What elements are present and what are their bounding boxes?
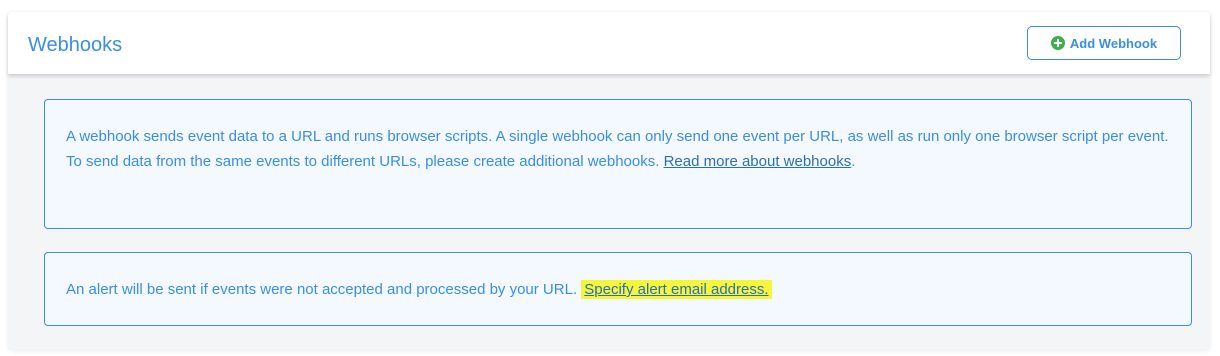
add-webhook-label: Add Webhook xyxy=(1069,35,1158,51)
webhook-info-box: A webhook sends event data to a URL and … xyxy=(44,99,1192,229)
plus-circle-icon xyxy=(1050,36,1065,50)
webhook-info-text-end: . xyxy=(851,153,856,170)
page-title: Webhooks xyxy=(28,34,123,56)
specify-alert-email-link[interactable]: Specify alert email address. xyxy=(581,280,772,299)
add-webhook-button[interactable]: Add Webhook xyxy=(1027,26,1181,60)
webhooks-panel: Webhooks Add Webhook A webhook sends eve… xyxy=(8,12,1210,350)
webhook-info-text: A webhook sends event data to a URL and … xyxy=(66,128,1169,170)
alert-info-text: An alert will be sent if events were not… xyxy=(66,281,582,298)
read-more-webhooks-link[interactable]: Read more about webhooks xyxy=(664,153,852,170)
panel-header: Webhooks Add Webhook xyxy=(8,12,1210,74)
alert-info-box: An alert will be sent if events were not… xyxy=(44,252,1192,326)
